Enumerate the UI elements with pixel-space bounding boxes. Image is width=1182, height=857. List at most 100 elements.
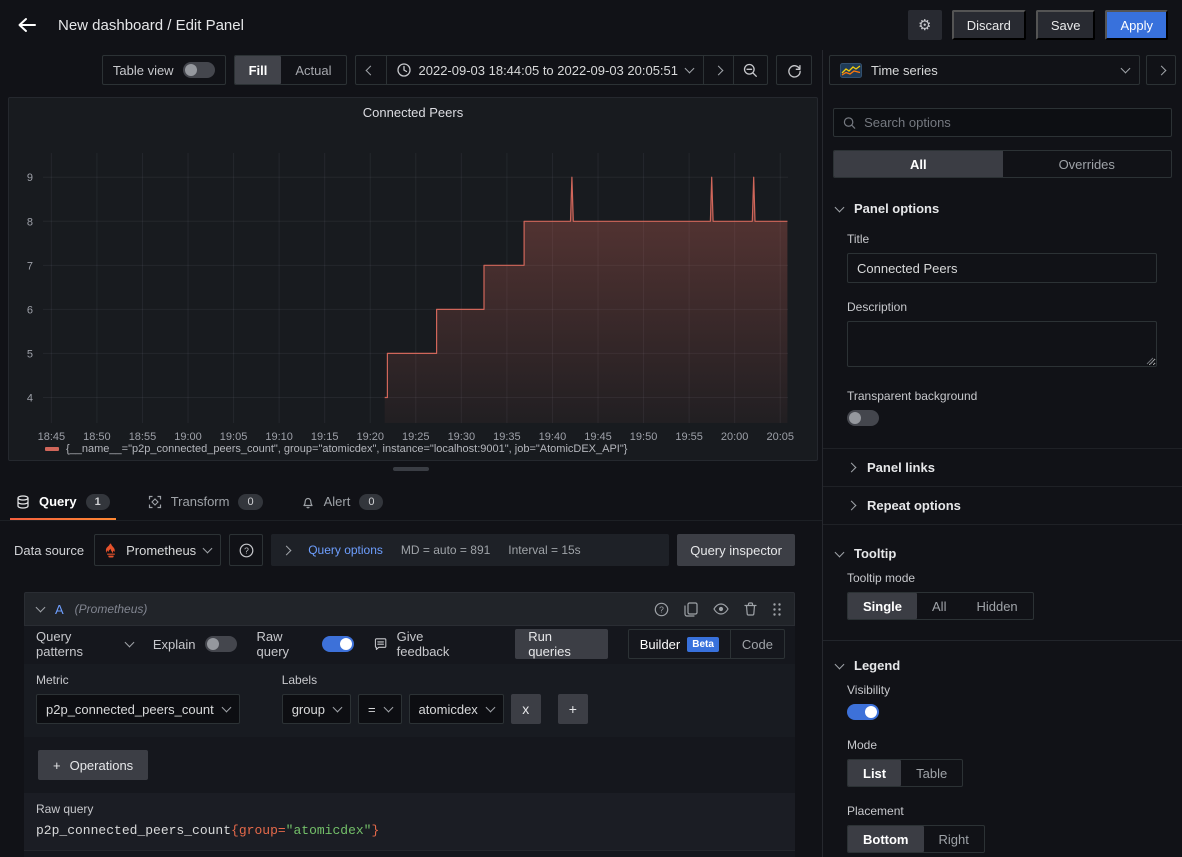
collapse-chevron-icon[interactable]: [36, 603, 46, 613]
table-view-toggle[interactable]: [183, 62, 215, 78]
visualization-picker[interactable]: Time series: [829, 55, 1140, 85]
close-icon: x: [522, 701, 529, 717]
refresh-icon: [787, 63, 802, 78]
panel-links-section[interactable]: Panel links: [823, 448, 1182, 486]
chevron-down-icon: [333, 703, 343, 713]
time-series-chart[interactable]: 45678918:4518:5018:5519:0019:0519:1019:1…: [9, 98, 819, 462]
tab-query[interactable]: Query 1: [10, 483, 116, 520]
give-feedback-label: Give feedback: [397, 629, 476, 659]
time-range-picker[interactable]: 2022-09-03 18:44:05 to 2022-09-03 20:05:…: [386, 56, 704, 84]
add-operation-button[interactable]: + Operations: [38, 750, 148, 780]
back-button[interactable]: [10, 8, 44, 42]
tab-transform[interactable]: Transform 0: [142, 483, 269, 520]
toggle-viz-picker-button[interactable]: [1146, 55, 1176, 85]
panel-links-label: Panel links: [867, 460, 935, 475]
operations-row: + Operations: [24, 737, 795, 793]
legend-placement-right[interactable]: Right: [924, 826, 984, 852]
delete-query-trash-icon[interactable]: [744, 602, 757, 616]
tab-alert[interactable]: Alert 0: [295, 483, 390, 520]
discard-button[interactable]: Discard: [952, 10, 1026, 40]
svg-text:?: ?: [244, 545, 249, 555]
duplicate-query-icon[interactable]: [684, 602, 698, 617]
help-circle-icon[interactable]: ?: [654, 602, 669, 617]
tab-all[interactable]: All: [834, 151, 1003, 177]
svg-text:19:35: 19:35: [493, 431, 521, 443]
label-key-select[interactable]: group: [282, 694, 351, 724]
time-shift-back-button[interactable]: [356, 56, 386, 84]
transparent-background-toggle[interactable]: [847, 410, 879, 426]
save-button[interactable]: Save: [1036, 10, 1096, 40]
time-shift-forward-button[interactable]: [703, 56, 733, 84]
datasource-picker[interactable]: Prometheus: [94, 534, 221, 566]
hide-response-eye-icon[interactable]: [713, 602, 729, 616]
svg-text:5: 5: [27, 348, 33, 360]
repeat-options-section[interactable]: Repeat options: [823, 486, 1182, 524]
legend-visibility-label: Visibility: [847, 683, 1182, 697]
options-search[interactable]: [833, 108, 1172, 137]
query-patterns-dropdown[interactable]: Query patterns: [36, 629, 133, 659]
max-datapoints-info: MD = auto = 891: [401, 543, 490, 557]
chevron-down-icon: [383, 703, 393, 713]
metric-select[interactable]: p2p_connected_peers_count: [36, 694, 240, 724]
run-queries-button[interactable]: Run queries: [515, 629, 608, 659]
actual-option[interactable]: Actual: [281, 56, 345, 84]
prometheus-icon: [104, 543, 118, 558]
editor-tabs: Query 1 Transform 0 Alert 0: [0, 483, 822, 521]
legend-mode-table[interactable]: Table: [901, 760, 962, 786]
tooltip-mode-single[interactable]: Single: [848, 593, 917, 619]
tab-overrides[interactable]: Overrides: [1003, 151, 1172, 177]
legend-visibility-toggle[interactable]: [847, 704, 879, 720]
chevron-down-icon: [203, 544, 213, 554]
code-option[interactable]: Code: [730, 630, 784, 658]
zoom-out-button[interactable]: [733, 56, 767, 84]
repeat-options-label: Repeat options: [867, 498, 961, 513]
section-legend[interactable]: Legend: [823, 641, 1182, 681]
panel-resize-handle[interactable]: [0, 467, 822, 483]
time-range-text: 2022-09-03 18:44:05 to 2022-09-03 20:05:…: [419, 63, 679, 78]
section-panel-options[interactable]: Panel options: [823, 178, 1182, 224]
gear-icon: ⚙: [918, 16, 931, 34]
time-picker-group: 2022-09-03 18:44:05 to 2022-09-03 20:05:…: [355, 55, 769, 85]
search-input[interactable]: [864, 115, 1162, 130]
apply-button[interactable]: Apply: [1105, 10, 1168, 40]
legend-mode-list[interactable]: List: [848, 760, 901, 786]
tooltip-mode-all[interactable]: All: [917, 593, 961, 619]
breadcrumb: New dashboard / Edit Panel: [58, 17, 244, 34]
panel-title-input[interactable]: [847, 253, 1157, 283]
panel-settings-button[interactable]: ⚙: [908, 10, 942, 40]
query-options-footer[interactable]: Options Legend: Auto Format: Time series…: [24, 850, 795, 857]
panel-edit-toolbar: Table view Fill Actual 2022-09-03 18:44:…: [0, 52, 822, 88]
svg-text:19:20: 19:20: [356, 431, 384, 443]
tooltip-mode-hidden[interactable]: Hidden: [961, 593, 1032, 619]
give-feedback-link[interactable]: Give feedback: [374, 629, 475, 659]
fill-option[interactable]: Fill: [235, 56, 282, 84]
database-icon: [16, 495, 30, 509]
label-value-select[interactable]: atomicdex: [409, 694, 504, 724]
panel-description-textarea[interactable]: [847, 321, 1157, 367]
drag-handle-icon[interactable]: [772, 602, 782, 617]
section-tooltip[interactable]: Tooltip: [823, 525, 1182, 569]
query-row-header[interactable]: A (Prometheus) ?: [24, 592, 795, 626]
raw-query-toggle[interactable]: [322, 636, 354, 652]
explain-toggle[interactable]: [205, 636, 237, 652]
label-operator-select[interactable]: =: [358, 694, 402, 724]
refresh-button[interactable]: [777, 56, 811, 84]
builder-option[interactable]: Builder Beta: [629, 630, 730, 658]
raw-query-label: Raw query: [257, 629, 314, 659]
panel-options-heading: Panel options: [854, 201, 939, 216]
chevron-down-icon: [685, 64, 695, 74]
query-options-link[interactable]: Query options: [308, 543, 383, 557]
legend-placement-bottom[interactable]: Bottom: [848, 826, 924, 852]
svg-text:19:05: 19:05: [220, 431, 248, 443]
datasource-help-button[interactable]: ?: [229, 534, 263, 566]
query-inspector-button[interactable]: Query inspector: [677, 534, 795, 566]
query-row-body: Query patterns Explain Raw query Gi: [24, 626, 795, 857]
add-label-button[interactable]: +: [558, 694, 588, 724]
svg-text:19:55: 19:55: [675, 431, 703, 443]
query-options-bar: Query options MD = auto = 891 Interval =…: [271, 534, 669, 566]
tab-alert-label: Alert: [324, 494, 351, 509]
chart-legend[interactable]: {__name__="p2p_connected_peers_count", g…: [45, 443, 627, 455]
description-label: Description: [847, 300, 1182, 314]
remove-label-button[interactable]: x: [511, 694, 541, 724]
zoom-out-icon: [743, 63, 758, 78]
